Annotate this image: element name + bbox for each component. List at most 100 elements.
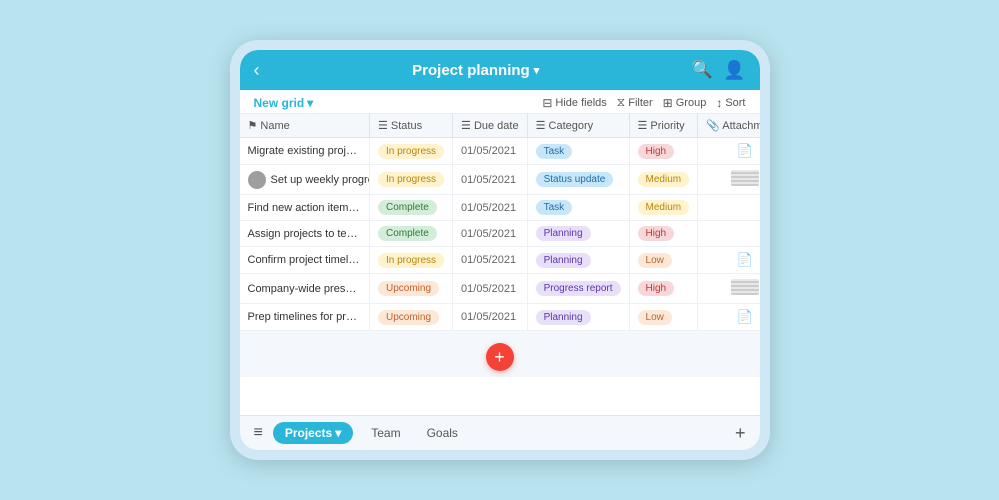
filter-label: Filter bbox=[628, 97, 652, 109]
cell-attachment bbox=[698, 165, 760, 195]
avatar bbox=[248, 171, 266, 189]
cell-priority: High bbox=[629, 221, 698, 247]
category-badge: Progress report bbox=[536, 281, 621, 296]
toolbar-right: ⊟ Hide fields ⧖ Filter ⊞ Group ↕ Sort bbox=[542, 95, 745, 110]
priority-badge: High bbox=[638, 226, 675, 241]
nav-tab-team[interactable]: Team bbox=[363, 422, 408, 444]
add-row-area: + bbox=[240, 331, 760, 377]
category-badge: Task bbox=[536, 144, 573, 159]
table-row[interactable]: Find new action items...Complete01/05/20… bbox=[240, 195, 760, 221]
cell-due-date: 01/05/2021 bbox=[453, 247, 528, 274]
col-status[interactable]: ☰ Status bbox=[370, 114, 453, 138]
nav-tab-projects-chevron-icon: ▾ bbox=[335, 426, 341, 440]
cell-name: Company-wide presen... bbox=[240, 274, 370, 304]
header-title-text: Project planning bbox=[412, 62, 530, 79]
new-grid-label: New grid bbox=[254, 96, 305, 110]
cell-priority: High bbox=[629, 138, 698, 165]
col-priority[interactable]: ☰ Priority bbox=[629, 114, 698, 138]
cell-status: In progress bbox=[370, 138, 453, 165]
nav-tab-team-label: Team bbox=[371, 426, 400, 440]
cell-category: Planning bbox=[527, 221, 629, 247]
table-row[interactable]: Confirm project timelines In progress 01/0… bbox=[240, 247, 760, 274]
category-badge: Planning bbox=[536, 226, 591, 241]
status-badge: In progress bbox=[378, 144, 444, 159]
priority-badge: Low bbox=[638, 253, 672, 268]
attachment-icon: 📄 bbox=[737, 252, 753, 267]
cell-priority: Medium bbox=[629, 195, 698, 221]
status-badge: In progress bbox=[378, 253, 444, 268]
category-badge: Planning bbox=[536, 253, 591, 268]
cell-name: Set up weekly progress... bbox=[240, 165, 370, 195]
category-badge: Task bbox=[536, 200, 573, 215]
priority-badge: Medium bbox=[638, 172, 690, 187]
search-icon[interactable]: 🔍 bbox=[692, 60, 713, 80]
table-row[interactable]: Migrate existing projec...In progress01/… bbox=[240, 138, 760, 165]
table-row[interactable]: Prep timelines for pres...Upcoming01/05/… bbox=[240, 304, 760, 331]
new-grid-button[interactable]: New grid ▾ bbox=[254, 96, 314, 110]
sort-icon: ↕ bbox=[716, 96, 722, 110]
cell-status: In progress bbox=[370, 247, 453, 274]
header: ‹ Project planning ▾ 🔍 👤 bbox=[240, 50, 760, 90]
cell-category: Planning bbox=[527, 247, 629, 274]
nav-add-button[interactable]: + bbox=[735, 423, 746, 444]
toolbar-left: New grid ▾ bbox=[254, 96, 314, 110]
priority-badge: Low bbox=[638, 310, 672, 325]
hide-fields-label: Hide fields bbox=[555, 97, 606, 109]
cell-due-date: 01/05/2021 bbox=[453, 221, 528, 247]
cell-priority: Low bbox=[629, 304, 698, 331]
cell-due-date: 01/05/2021 bbox=[453, 195, 528, 221]
nav-tab-goals[interactable]: Goals bbox=[419, 422, 466, 444]
cell-priority: Low bbox=[629, 247, 698, 274]
priority-badge: High bbox=[638, 281, 675, 296]
category-badge: Status update bbox=[536, 172, 614, 187]
cell-name: Find new action items... bbox=[240, 195, 370, 221]
group-icon: ⊞ bbox=[663, 96, 673, 110]
user-icon[interactable]: 👤 bbox=[723, 60, 745, 81]
sort-button[interactable]: ↕ Sort bbox=[716, 96, 745, 110]
cell-due-date: 01/05/2021 bbox=[453, 165, 528, 195]
filter-button[interactable]: ⧖ Filter bbox=[617, 95, 653, 110]
app-shell: ‹ Project planning ▾ 🔍 👤 New grid ▾ ⊟ bbox=[240, 50, 760, 450]
status-badge: Complete bbox=[378, 226, 437, 241]
cell-status: Upcoming bbox=[370, 304, 453, 331]
category-badge: Planning bbox=[536, 310, 591, 325]
status-badge: Upcoming bbox=[378, 310, 439, 325]
col-category[interactable]: ☰ Category bbox=[527, 114, 629, 138]
col-attachments[interactable]: 📎 Attachments bbox=[698, 114, 760, 138]
cell-category: Status update bbox=[527, 165, 629, 195]
col-name[interactable]: ⚑ Name bbox=[240, 114, 370, 138]
add-record-button[interactable]: + bbox=[486, 343, 514, 371]
attachment-icon: 📄 bbox=[737, 143, 753, 158]
title-chevron-icon[interactable]: ▾ bbox=[534, 64, 540, 77]
header-icons: 🔍 👤 bbox=[692, 60, 746, 81]
menu-icon[interactable]: ≡ bbox=[254, 424, 263, 442]
nav-tab-projects[interactable]: Projects ▾ bbox=[273, 422, 353, 444]
table-row[interactable]: Company-wide presen...Upcoming01/05/2021… bbox=[240, 274, 760, 304]
priority-badge: High bbox=[638, 144, 675, 159]
bottom-nav: ≡ Projects ▾ Team Goals + bbox=[240, 415, 760, 450]
tablet-frame: ‹ Project planning ▾ 🔍 👤 New grid ▾ ⊟ bbox=[230, 40, 770, 460]
group-label: Group bbox=[676, 97, 707, 109]
hide-fields-button[interactable]: ⊟ Hide fields bbox=[542, 96, 606, 110]
cell-attachment: 📄 bbox=[698, 138, 760, 165]
hide-fields-icon: ⊟ bbox=[542, 96, 552, 110]
cell-attachment: 📄 bbox=[698, 304, 760, 331]
cell-category: Task bbox=[527, 195, 629, 221]
cell-name: Assign projects to tea... bbox=[240, 221, 370, 247]
col-due-date[interactable]: ☰ Due date bbox=[453, 114, 528, 138]
table-row[interactable]: Set up weekly progress...In progress01/0… bbox=[240, 165, 760, 195]
cell-due-date: 01/05/2021 bbox=[453, 274, 528, 304]
table-row[interactable]: Assign projects to tea... Complete 01/05/2… bbox=[240, 221, 760, 247]
cell-status: In progress bbox=[370, 165, 453, 195]
cell-name: Migrate existing projec... bbox=[240, 138, 370, 165]
attachment-icon: 📄 bbox=[737, 309, 753, 324]
attachment-thumbnail bbox=[731, 279, 759, 295]
cell-category: Planning bbox=[527, 304, 629, 331]
cell-name: Prep timelines for pres... bbox=[240, 304, 370, 331]
table-header-row: ⚑ Name ☰ Status ☰ Due date ☰ Category ☰ … bbox=[240, 114, 760, 138]
filter-icon: ⧖ bbox=[617, 95, 625, 110]
cell-category: Progress report bbox=[527, 274, 629, 304]
group-button[interactable]: ⊞ Group bbox=[663, 96, 707, 110]
back-button[interactable]: ‹ bbox=[254, 60, 260, 81]
cell-name: Confirm project timelines bbox=[240, 247, 370, 274]
